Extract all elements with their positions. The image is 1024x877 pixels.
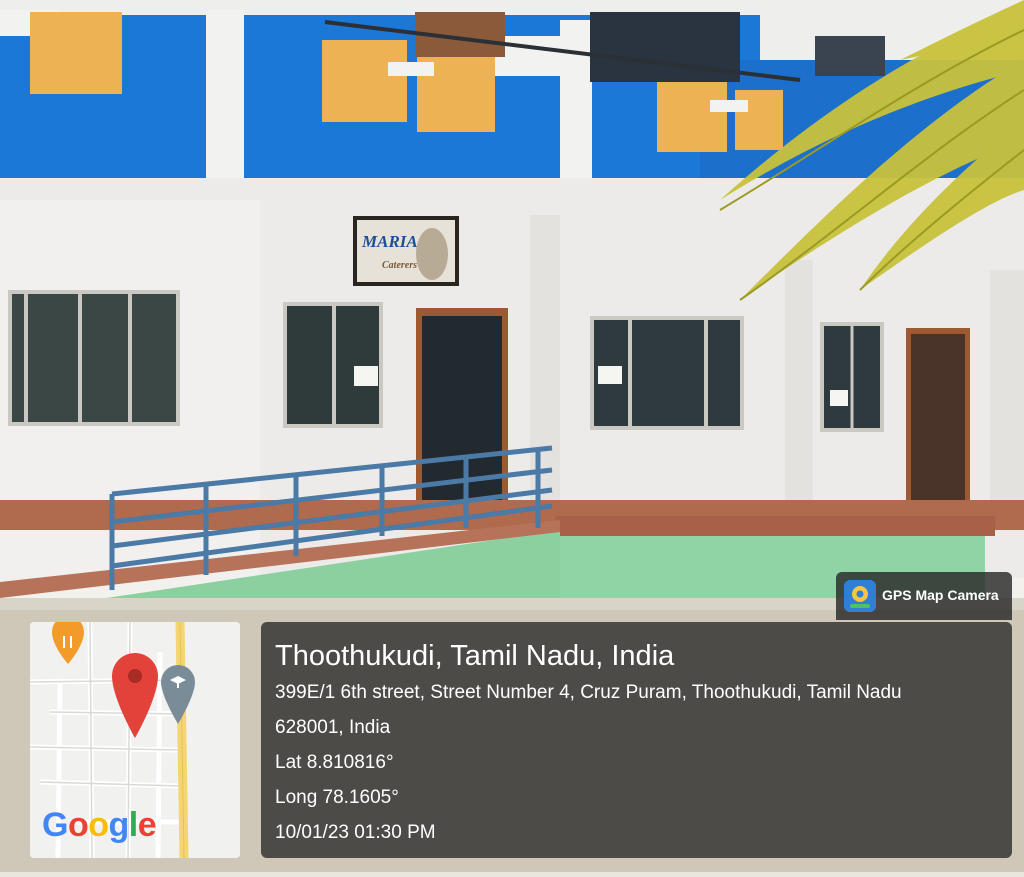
location-title: Thoothukudi, Tamil Nadu, India <box>275 640 675 672</box>
google-logo: Google <box>42 806 157 844</box>
photo-scene: MARIA Caterers GPS Map Camera Google Tho… <box>0 0 1024 872</box>
latitude: Lat 8.810816° <box>275 752 394 773</box>
gps-map-camera-icon <box>844 580 876 612</box>
map-thumbnail[interactable]: Google <box>30 622 240 858</box>
sign-brand: MARIA <box>361 232 418 251</box>
longitude: Long 78.1605° <box>275 787 399 808</box>
gps-map-camera-badge: GPS Map Camera <box>836 572 1012 620</box>
location-info-panel: Thoothukudi, Tamil Nadu, India 399E/1 6t… <box>261 622 1012 858</box>
address-line-1: 399E/1 6th street, Street Number 4, Cruz… <box>275 682 902 703</box>
badge-label: GPS Map Camera <box>882 587 999 603</box>
address-line-2: 628001, India <box>275 717 391 738</box>
timestamp: 10/01/23 01:30 PM <box>275 822 436 843</box>
sign-sub: Caterers <box>382 260 417 271</box>
